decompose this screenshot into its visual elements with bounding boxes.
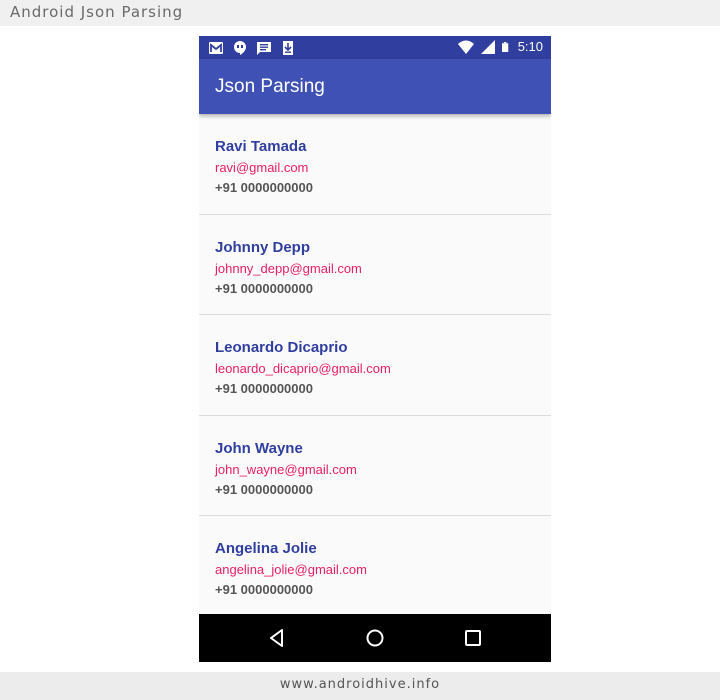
contact-list[interactable]: Ravi Tamada ravi@gmail.com +91 000000000… [199,114,551,617]
list-item[interactable]: Angelina Jolie angelina_jolie@gmail.com … [199,516,551,617]
contact-email: johnny_depp@gmail.com [215,260,362,276]
home-icon[interactable] [363,626,387,650]
recents-icon[interactable] [461,626,485,650]
contact-email: john_wayne@gmail.com [215,461,357,477]
page-footer-banner: www.androidhive.info [0,672,720,700]
contact-email: leonardo_dicaprio@gmail.com [215,361,391,376]
notification-icons [208,40,296,56]
wifi-icon [457,40,474,54]
system-status: 5:10 [457,39,543,55]
list-item[interactable]: Ravi Tamada ravi@gmail.com +91 000000000… [199,114,551,215]
status-bar: 5:10 [199,36,551,59]
list-item[interactable]: Johnny Depp johnny_depp@gmail.com +91 00… [199,215,551,315]
phone-screen: 5:10 Json Parsing Ravi Tamada ravi@gmail… [199,36,551,662]
back-icon[interactable] [265,626,289,650]
list-item[interactable]: John Wayne john_wayne@gmail.com +91 0000… [199,416,551,516]
signal-icon [480,40,495,54]
contact-name: John Wayne [215,439,303,457]
contact-email: angelina_jolie@gmail.com [215,562,367,577]
contact-phone: +91 0000000000 [215,582,313,597]
hangouts-icon [234,41,246,55]
status-time: 5:10 [517,39,543,54]
contact-name: Angelina Jolie [215,540,317,557]
contact-phone: +91 0000000000 [215,280,313,296]
contact-email: ravi@gmail.com [215,160,309,175]
battery-icon [501,42,508,52]
page-header-banner: Android Json Parsing [0,0,720,26]
list-item[interactable]: Leonardo Dicaprio leonardo_dicaprio@gmai… [199,315,551,416]
contact-name: Leonardo Dicaprio [215,339,348,356]
contact-phone: +91 0000000000 [215,481,313,497]
message-icon [257,42,271,55]
contact-phone: +91 0000000000 [215,381,313,396]
navigation-bar [199,614,551,662]
app-title: Json Parsing [215,76,325,97]
contact-phone: +91 0000000000 [215,180,313,195]
download-icon [283,41,293,55]
app-bar: Json Parsing [199,59,551,114]
contact-name: Ravi Tamada [215,138,307,155]
contact-name: Johnny Depp [215,238,311,256]
gmail-icon [209,42,223,54]
